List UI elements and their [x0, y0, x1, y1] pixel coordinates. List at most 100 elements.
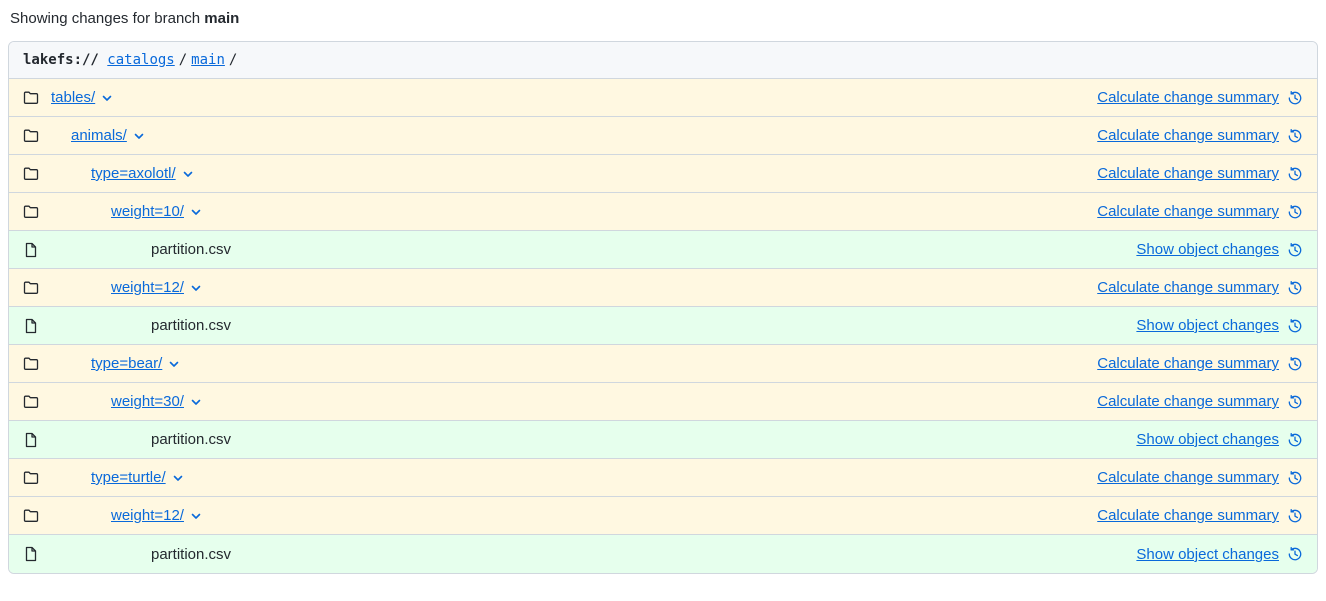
tree-row: partition.csv Show object changes [9, 421, 1317, 459]
calculate-summary-link[interactable]: Calculate change summary [1097, 203, 1279, 220]
folder-link[interactable]: type=axolotl/ [91, 165, 176, 182]
chevron-down-icon[interactable] [190, 206, 202, 218]
folder-link[interactable]: tables/ [51, 89, 95, 106]
breadcrumb-separator: / [225, 52, 241, 68]
chevron-down-icon[interactable] [190, 282, 202, 294]
file-icon [23, 318, 51, 334]
tree-row: tables/Calculate change summary [9, 79, 1317, 117]
chevron-down-icon[interactable] [190, 510, 202, 522]
folder-icon [23, 394, 51, 410]
calculate-summary-link[interactable]: Calculate change summary [1097, 393, 1279, 410]
folder-icon [23, 356, 51, 372]
file-icon [23, 242, 51, 258]
calculate-summary-link[interactable]: Calculate change summary [1097, 279, 1279, 296]
page-header: Showing changes for branch main [8, 8, 1318, 41]
chevron-down-icon[interactable] [190, 396, 202, 408]
folder-icon [23, 166, 51, 182]
row-action-cell: Show object changes [1136, 546, 1303, 563]
breadcrumb-scheme: lakefs:// [23, 52, 99, 68]
row-name-cell: partition.csv [51, 546, 1136, 563]
history-icon[interactable] [1287, 90, 1303, 106]
row-action-cell: Calculate change summary [1097, 355, 1303, 372]
file-icon [23, 432, 51, 448]
tree-row: type=bear/Calculate change summary [9, 345, 1317, 383]
folder-icon [23, 204, 51, 220]
row-action-cell: Calculate change summary [1097, 393, 1303, 410]
file-name: partition.csv [151, 431, 231, 448]
chevron-down-icon[interactable] [172, 472, 184, 484]
tree-row: partition.csv Show object changes [9, 307, 1317, 345]
tree-row: weight=12/Calculate change summary [9, 269, 1317, 307]
calculate-summary-link[interactable]: Calculate change summary [1097, 165, 1279, 182]
folder-icon [23, 128, 51, 144]
row-action-cell: Calculate change summary [1097, 165, 1303, 182]
folder-link[interactable]: type=turtle/ [91, 469, 166, 486]
folder-link[interactable]: weight=10/ [111, 203, 184, 220]
history-icon[interactable] [1287, 242, 1303, 258]
header-branch: main [204, 10, 239, 27]
row-action-cell: Calculate change summary [1097, 89, 1303, 106]
folder-icon [23, 470, 51, 486]
show-changes-link[interactable]: Show object changes [1136, 431, 1279, 448]
calculate-summary-link[interactable]: Calculate change summary [1097, 89, 1279, 106]
history-icon[interactable] [1287, 204, 1303, 220]
calculate-summary-link[interactable]: Calculate change summary [1097, 355, 1279, 372]
file-name: partition.csv [151, 546, 231, 563]
row-name-cell: weight=12/ [51, 279, 1097, 296]
tree-row: type=turtle/Calculate change summary [9, 459, 1317, 497]
row-name-cell: partition.csv [51, 317, 1136, 334]
history-icon[interactable] [1287, 318, 1303, 334]
history-icon[interactable] [1287, 128, 1303, 144]
tree-row: animals/Calculate change summary [9, 117, 1317, 155]
calculate-summary-link[interactable]: Calculate change summary [1097, 469, 1279, 486]
row-name-cell: weight=12/ [51, 507, 1097, 524]
history-icon[interactable] [1287, 432, 1303, 448]
history-icon[interactable] [1287, 546, 1303, 562]
row-action-cell: Calculate change summary [1097, 203, 1303, 220]
row-name-cell: weight=10/ [51, 203, 1097, 220]
row-name-cell: weight=30/ [51, 393, 1097, 410]
show-changes-link[interactable]: Show object changes [1136, 546, 1279, 563]
row-action-cell: Show object changes [1136, 317, 1303, 334]
breadcrumb-link[interactable]: catalogs [107, 52, 174, 68]
folder-link[interactable]: weight=12/ [111, 279, 184, 296]
row-action-cell: Calculate change summary [1097, 279, 1303, 296]
chevron-down-icon[interactable] [101, 92, 113, 104]
tree-row: partition.csv Show object changes [9, 535, 1317, 573]
header-prefix: Showing changes for branch [10, 10, 204, 27]
show-changes-link[interactable]: Show object changes [1136, 241, 1279, 258]
folder-link[interactable]: animals/ [71, 127, 127, 144]
row-name-cell: animals/ [51, 127, 1097, 144]
tree-row: partition.csvShow object changes [9, 231, 1317, 269]
folder-link[interactable]: weight=30/ [111, 393, 184, 410]
show-changes-link[interactable]: Show object changes [1136, 317, 1279, 334]
row-name-cell: type=bear/ [51, 355, 1097, 372]
row-action-cell: Calculate change summary [1097, 469, 1303, 486]
row-action-cell: Calculate change summary [1097, 507, 1303, 524]
folder-icon [23, 508, 51, 524]
row-name-cell: partition.csv [51, 241, 1136, 258]
file-icon [23, 546, 51, 562]
chevron-down-icon[interactable] [182, 168, 194, 180]
calculate-summary-link[interactable]: Calculate change summary [1097, 127, 1279, 144]
tree-row: weight=10/Calculate change summary [9, 193, 1317, 231]
row-name-cell: tables/ [51, 89, 1097, 106]
chevron-down-icon[interactable] [133, 130, 145, 142]
history-icon[interactable] [1287, 356, 1303, 372]
chevron-down-icon[interactable] [168, 358, 180, 370]
history-icon[interactable] [1287, 280, 1303, 296]
row-action-cell: Show object changes [1136, 241, 1303, 258]
folder-icon [23, 90, 51, 106]
history-icon[interactable] [1287, 470, 1303, 486]
history-icon[interactable] [1287, 394, 1303, 410]
calculate-summary-link[interactable]: Calculate change summary [1097, 507, 1279, 524]
tree-row: weight=30/Calculate change summary [9, 383, 1317, 421]
history-icon[interactable] [1287, 166, 1303, 182]
row-name-cell: type=axolotl/ [51, 165, 1097, 182]
folder-link[interactable]: weight=12/ [111, 507, 184, 524]
file-name: partition.csv [151, 317, 231, 334]
breadcrumb-separator: / [175, 52, 191, 68]
history-icon[interactable] [1287, 508, 1303, 524]
breadcrumb-link[interactable]: main [191, 52, 225, 68]
folder-link[interactable]: type=bear/ [91, 355, 162, 372]
